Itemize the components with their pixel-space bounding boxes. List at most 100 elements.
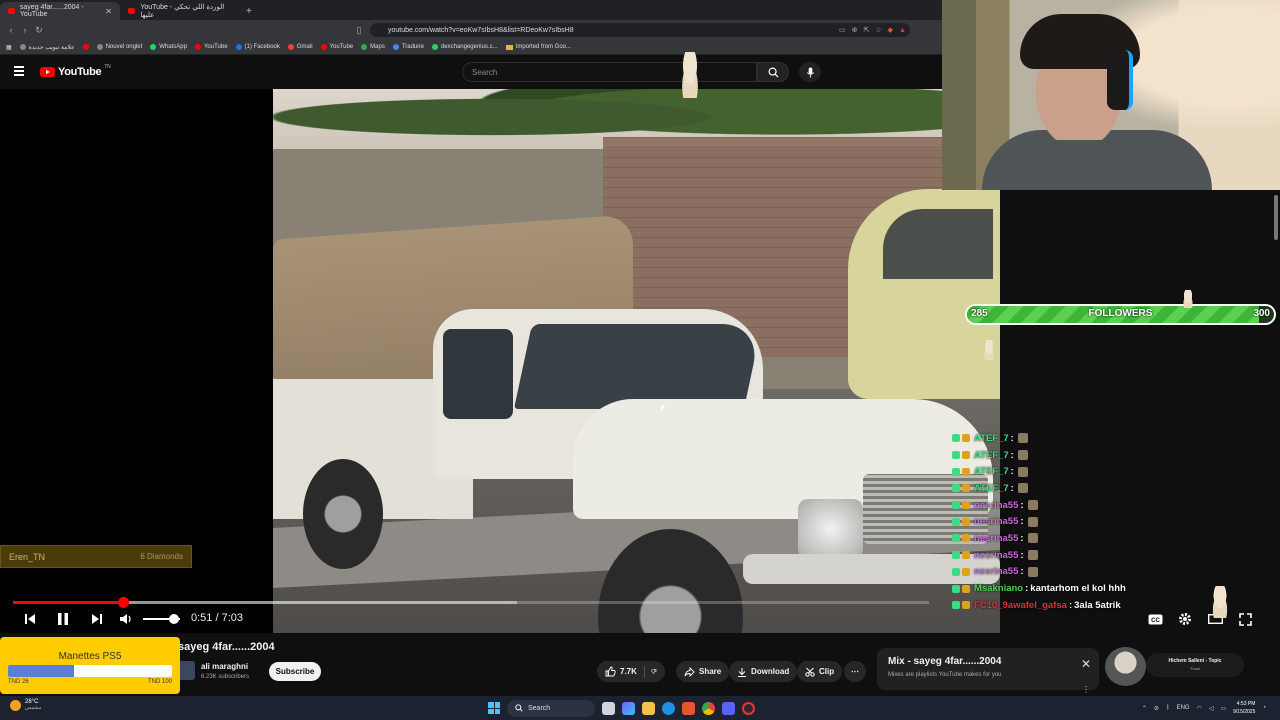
cast-icon[interactable]: ▭	[839, 26, 846, 34]
followers-label: FOLLOWERS	[1088, 308, 1153, 319]
task-view-icon[interactable]	[602, 701, 615, 715]
search-icon	[768, 67, 779, 78]
more-vertical-icon[interactable]: ⋮	[1082, 685, 1090, 694]
tab-inactive[interactable]: YouTube - الوردة اللي تحكي عليها	[120, 2, 240, 20]
progress-bar[interactable]	[13, 597, 929, 608]
url-field[interactable]: youtube.com/watch?v=eoKw7sIbsH8&list=RDe…	[370, 23, 910, 37]
copilot-icon[interactable]	[622, 701, 635, 715]
related-item[interactable]: Hichem Salleni - Topic Trouli	[1146, 653, 1244, 677]
menu-icon[interactable]	[14, 66, 24, 76]
like-button[interactable]: 7.7K	[605, 666, 637, 677]
related-thumbnail[interactable]	[1105, 647, 1146, 686]
mix-panel[interactable]: Mix - sayeg 4far......2004 Mixes are pla…	[877, 648, 1099, 690]
subscribe-button[interactable]: Subscribe	[269, 662, 321, 681]
download-button[interactable]: Download	[729, 661, 798, 682]
obs-icon[interactable]	[742, 701, 755, 715]
tab-label: sayeg 4far......2004 - YouTube	[19, 4, 84, 18]
scrollbar-thumb[interactable]	[1274, 195, 1278, 240]
extension-icon[interactable]: ◆	[888, 26, 893, 34]
chat-badge-icon	[962, 484, 970, 493]
video-frame	[443, 329, 513, 419]
forward-icon[interactable]: ›	[18, 25, 32, 35]
bookmark-item[interactable]: Nouvel onglet	[96, 44, 142, 50]
brave-icon[interactable]	[682, 701, 695, 715]
taskbar-search[interactable]: Search	[507, 699, 595, 717]
donation-goal-widget: Manettes PS5 TND 26 TND 100	[0, 637, 180, 694]
bookmark-item[interactable]: YouTube	[194, 44, 228, 50]
search-button[interactable]	[757, 62, 789, 82]
share-page-icon[interactable]: ⇱	[864, 26, 870, 34]
previous-button[interactable]	[22, 610, 38, 628]
channel-avatar[interactable]	[178, 661, 195, 680]
file-explorer-icon[interactable]	[642, 701, 655, 715]
bookmark-item[interactable]: WhatsApp	[150, 44, 187, 50]
chat-badge-icon	[962, 551, 970, 560]
chat-message: ATEF_7:	[952, 463, 1272, 480]
search-input[interactable]: Search	[462, 62, 757, 82]
alert-icon[interactable]: ▲	[899, 27, 906, 34]
video-frame	[513, 324, 763, 409]
bookmark-item[interactable]: Maps	[361, 44, 385, 50]
bookmark-item[interactable]: علامة تبويب جديدة	[19, 44, 75, 51]
played-bar	[13, 601, 123, 604]
notification-bell-icon[interactable]: ◔	[1262, 705, 1266, 711]
mix-title: Mix - sayeg 4far......2004	[888, 656, 1002, 667]
video-player[interactable]	[273, 89, 1000, 633]
battery-icon[interactable]: ▭	[1220, 705, 1226, 712]
weather-widget[interactable]: 28°C مشمس	[10, 699, 41, 711]
speaker-icon[interactable]: ◁	[1209, 705, 1214, 712]
chat-username: ATEF_7	[974, 466, 1009, 478]
thumbs-down-icon[interactable]	[651, 666, 657, 677]
bookmark-item[interactable]: YouTube	[320, 44, 353, 50]
star-icon[interactable]: ☆	[875, 26, 881, 34]
voice-search-button[interactable]	[799, 62, 821, 82]
zoom-icon[interactable]: ⊕	[852, 26, 858, 34]
edge-icon[interactable]	[662, 701, 675, 715]
share-button[interactable]: Share	[676, 661, 730, 682]
next-button[interactable]	[89, 610, 105, 628]
bookmark-label: علامة تبويب جديدة	[28, 44, 75, 51]
close-icon[interactable]: ✕	[105, 7, 112, 16]
clock-time: 4:53 PM	[1236, 701, 1256, 707]
bookmark-folder[interactable]: Imported from Goo...	[505, 44, 571, 50]
wifi-icon[interactable]: ◠	[1197, 705, 1202, 712]
mix-subtitle: Mixes are playlists YouTube makes for yo…	[888, 672, 1002, 678]
video-frame	[798, 499, 863, 559]
back-icon[interactable]: ‹	[4, 25, 18, 35]
new-tab-icon[interactable]: +	[240, 2, 258, 20]
bookmark-item[interactable]: Gmail	[287, 44, 313, 50]
language-indicator[interactable]: ENG	[1177, 705, 1190, 711]
page-scrollbar[interactable]	[1272, 190, 1280, 696]
chevron-up-icon[interactable]: ⌃	[1142, 705, 1147, 712]
bookmark-item[interactable]: dexchangegenius.c...	[431, 44, 498, 50]
apps-icon[interactable]: ▦	[6, 44, 12, 51]
clock[interactable]: 4:53 PM 9/15/2025	[1233, 700, 1255, 716]
bookmark-item[interactable]	[82, 44, 89, 50]
reload-icon[interactable]: ↻	[32, 25, 46, 36]
thumbs-up-icon	[605, 666, 616, 677]
bluetooth-icon[interactable]: ᛒ	[1166, 705, 1170, 711]
discord-icon[interactable]	[722, 701, 735, 715]
close-icon[interactable]: ✕	[1081, 657, 1091, 671]
windows-start-icon[interactable]	[488, 702, 500, 714]
chrome-icon[interactable]	[702, 701, 715, 715]
browser-tab-bar: sayeg 4far......2004 - YouTube ✕ YouTube…	[0, 0, 942, 20]
channel-name[interactable]: ali maraghni	[201, 662, 248, 671]
chat-message: ATEF_7:	[952, 480, 1272, 497]
video-frame	[303, 459, 383, 569]
youtube-logo[interactable]: YouTube TN	[40, 64, 111, 78]
bookmark-icon[interactable]: ▯	[352, 25, 366, 36]
download-label: Download	[751, 667, 790, 676]
more-actions-button[interactable]: ⋯	[844, 661, 866, 682]
mute-button[interactable]	[118, 610, 134, 628]
scrubber-handle[interactable]	[117, 597, 129, 608]
pause-button[interactable]	[55, 610, 71, 628]
clip-button[interactable]: Clip	[797, 661, 843, 682]
bookmark-item[interactable]: Traduire	[392, 44, 424, 50]
chat-message: nesrina55:	[952, 564, 1272, 581]
tab-active[interactable]: sayeg 4far......2004 - YouTube ✕	[0, 2, 120, 20]
download-icon	[738, 667, 746, 677]
network-off-icon[interactable]: ⊘	[1154, 705, 1159, 712]
goal-progress-track	[8, 665, 172, 677]
bookmark-item[interactable]: (1) Facebook	[235, 44, 280, 50]
